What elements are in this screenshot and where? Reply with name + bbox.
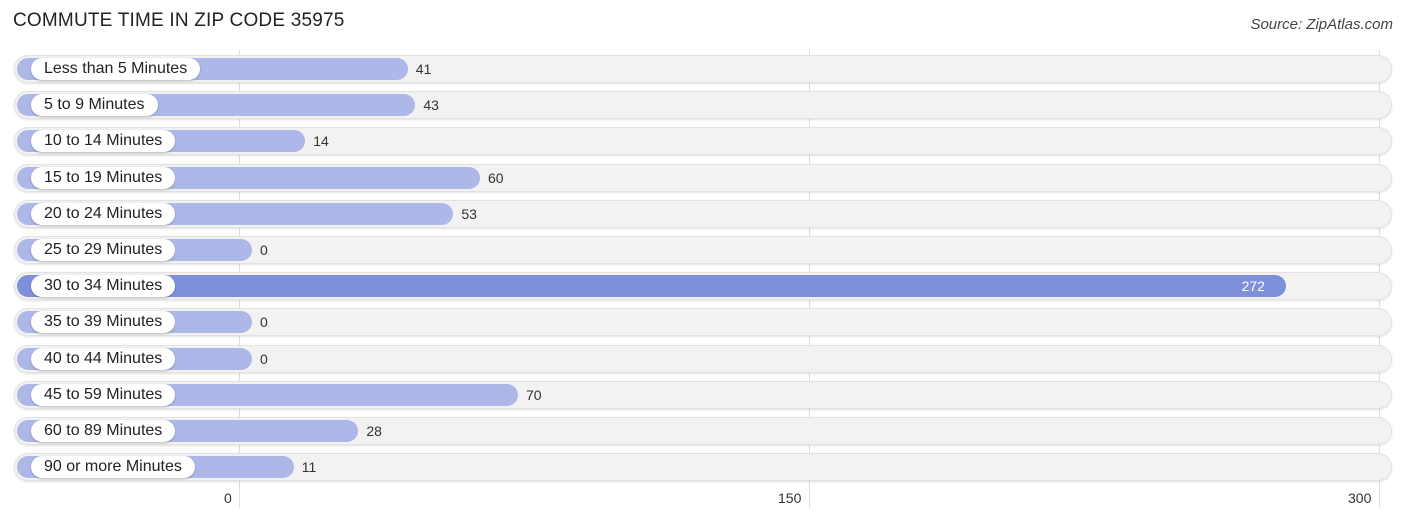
bar-chart: Less than 5 Minutes 41 5 to 9 Minutes 43 10 … xyxy=(0,0,1406,524)
category-label: Less than 5 Minutes xyxy=(31,58,201,80)
x-tick-label: 0 xyxy=(224,490,232,506)
value-label: 43 xyxy=(423,97,439,114)
category-label: 20 to 24 Minutes xyxy=(31,202,176,225)
x-tick-label: 150 xyxy=(778,490,802,506)
category-label: 30 to 34 Minutes xyxy=(31,275,176,298)
value-label: 272 xyxy=(1241,278,1265,295)
category-label: 35 to 39 Minutes xyxy=(31,311,176,334)
value-label: 0 xyxy=(260,314,268,331)
value-label: 41 xyxy=(415,61,432,77)
value-label: 14 xyxy=(313,133,329,150)
value-label: 53 xyxy=(461,205,477,222)
category-label: 90 or more Minutes xyxy=(31,456,195,479)
value-label: 70 xyxy=(526,386,542,403)
bar xyxy=(17,275,1286,298)
category-label: 40 to 44 Minutes xyxy=(31,347,176,370)
category-label: 25 to 29 Minutes xyxy=(31,239,176,261)
value-label: 11 xyxy=(301,459,317,476)
category-label: 60 to 89 Minutes xyxy=(31,420,176,442)
category-label: 15 to 19 Minutes xyxy=(31,166,176,189)
category-label: 5 to 9 Minutes xyxy=(31,94,158,117)
value-label: 0 xyxy=(260,242,268,258)
value-label: 28 xyxy=(366,423,382,439)
category-label: 10 to 14 Minutes xyxy=(31,130,176,153)
category-label: 45 to 59 Minutes xyxy=(31,383,176,406)
value-label: 60 xyxy=(488,169,504,186)
x-tick-label: 300 xyxy=(1348,490,1372,506)
value-label: 0 xyxy=(260,350,268,367)
